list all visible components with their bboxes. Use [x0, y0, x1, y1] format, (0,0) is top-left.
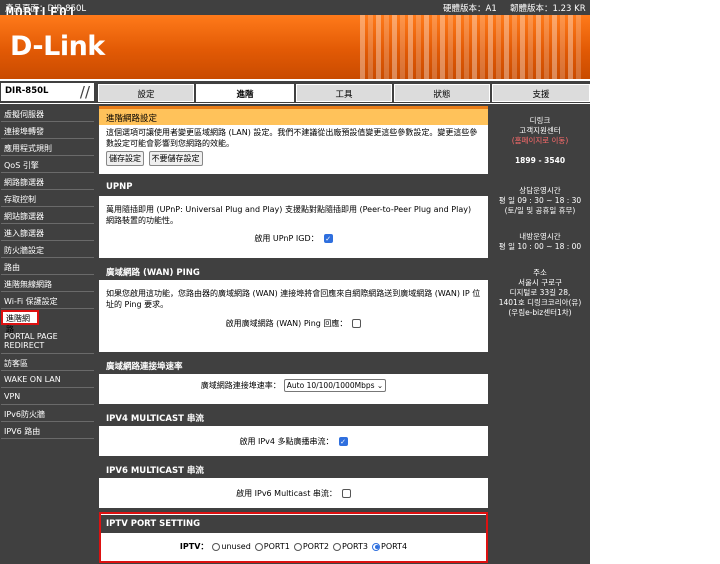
upnp-section: UPNP 萬用隨插即用 (UPnP: Universal Plug and Pl… — [99, 178, 488, 258]
homepage-link[interactable]: (홈페이지로 이동) — [490, 136, 590, 146]
sidebar-item-access-control[interactable]: 存取控制 — [1, 192, 94, 207]
visit-hours: 평 일 10 : 00 ~ 18 : 00 — [498, 242, 582, 251]
wan-speed-selected: Auto 10/100/1000Mbps — [286, 381, 375, 390]
dlink-logo: D-Link — [10, 31, 105, 62]
ipv6-multicast-label: 啟用 IPv6 Multicast 串流： — [236, 489, 337, 498]
ipv4-multicast-label: 啟用 IPv4 多點廣播串流： — [239, 437, 334, 446]
sidebar-item-application-rules[interactable]: 應用程式規則 — [1, 141, 94, 156]
tab-status[interactable]: 狀態 — [394, 84, 490, 102]
sidebar-item-vpn[interactable]: VPN — [1, 390, 94, 405]
sidebar-item-firewall-settings[interactable]: 防火牆設定 — [1, 243, 94, 258]
wan-speed-label: 廣域網路連接埠速率： — [200, 381, 281, 390]
slash-decoration: // — [79, 83, 90, 101]
banner-decoration — [360, 15, 590, 79]
ipv4-multicast-section: IPV4 MULTICAST 串流 啟用 IPv4 多點廣播串流： ✓ — [99, 408, 488, 456]
support-panel: 디링크 고객지원센터 (홈페이지로 이동) 1899 - 3540 상담운영시간… — [490, 104, 590, 564]
sidebar-item-qos-engine[interactable]: QoS 引擎 — [1, 158, 94, 173]
dont-save-button[interactable]: 不要儲存設定 — [148, 151, 203, 166]
upnp-checkbox[interactable]: ✓ — [323, 234, 333, 243]
upnp-label: 啟用 UPnP IGD： — [254, 234, 319, 243]
sidebar-item-advanced-wireless[interactable]: 進階無線網路 — [1, 277, 94, 292]
top-info-bar: 產品頁面：DIR-850L 硬體版本：A1 韌體版本：1.23 KR — [0, 0, 590, 15]
sidebar-item-website-filter[interactable]: 網站篩選器 — [1, 209, 94, 224]
section-description: 萬用隨插即用 (UPnP: Universal Plug and Play) 支… — [106, 205, 472, 225]
service-center: 고객지원센터 — [519, 126, 561, 135]
section-title: IPV6 MULTICAST 串流 — [99, 460, 488, 478]
company-name: 디링크 — [529, 116, 551, 125]
support-phone: 1899 - 3540 — [514, 156, 566, 165]
sidebar-item-port-forwarding[interactable]: 連接埠轉發 — [1, 124, 94, 139]
wan-ping-label: 啟用廣域網路 (WAN) Ping 回應： — [225, 319, 348, 328]
sidebar-item-wake-on-lan[interactable]: WAKE ON LAN — [1, 373, 94, 388]
sidebar-item-virtual-server[interactable]: 虛擬伺服器 — [1, 107, 94, 122]
consult-hours-title: 상담운영시간 — [519, 186, 561, 195]
wan-ping-checkbox[interactable] — [352, 319, 362, 328]
save-settings-button[interactable]: 儲存設定 — [106, 151, 144, 166]
chevron-down-icon: ⌄ — [376, 381, 384, 390]
section-title: UPNP — [99, 178, 488, 196]
ipv4-multicast-checkbox[interactable]: ✓ — [338, 437, 348, 446]
section-description: 這個選項可讓使用者變更區域網路 (LAN) 設定。我們不建議從出廠預設值變更這些… — [106, 128, 478, 148]
hardware-version: 硬體版本：A1 — [443, 4, 497, 14]
sidebar-item-wps[interactable]: Wi-Fi 保護設定 — [1, 294, 94, 309]
ipv6-multicast-section: IPV6 MULTICAST 串流 啟用 IPv6 Multicast 串流： — [99, 460, 488, 508]
consult-note: (토/일 및 공휴일 휴무) — [504, 206, 576, 215]
tab-setup[interactable]: 設定 — [98, 84, 194, 102]
wan-speed-section: 廣域網路連接埠速率 廣域網路連接埠速率： Auto 10/100/1000Mbp… — [99, 356, 488, 404]
sidebar-item-ipv6-routing[interactable]: IPV6 路由 — [1, 424, 94, 439]
sidebar-item-inbound-filter[interactable]: 進入篩選器 — [1, 226, 94, 241]
wan-ping-section: 廣域網路 (WAN) PING 如果您啟用這功能，您路由器的廣域網路 (WAN)… — [99, 262, 488, 352]
address-line: (우림e-biz센터1차) — [508, 308, 572, 317]
ipv6-multicast-checkbox[interactable] — [341, 489, 351, 498]
iptv-highlight-box — [99, 512, 488, 563]
tab-support[interactable]: 支援 — [492, 84, 590, 102]
address-line: 디지털로 33길 28, — [509, 288, 571, 297]
address-line: 서울시 구로구 — [518, 278, 562, 287]
section-title: 進階網路設定 — [99, 106, 488, 125]
section-title: 廣域網路 (WAN) PING — [99, 262, 488, 280]
brand-banner: D-Link — [0, 15, 590, 79]
tab-advanced[interactable]: 進階 — [196, 84, 294, 102]
sidebar-item-routing[interactable]: 路由 — [1, 260, 94, 275]
section-title: IPV4 MULTICAST 串流 — [99, 408, 488, 426]
consult-hours: 평 일 09 : 30 ~ 18 : 30 — [498, 196, 582, 205]
firmware-version: 韌體版本：1.23 KR — [510, 4, 586, 14]
section-title: 廣域網路連接埠速率 — [99, 356, 488, 374]
visit-hours-title: 내방운영시간 — [519, 232, 561, 241]
sidebar-item-guest-zone[interactable]: 訪客區 — [1, 356, 94, 371]
wan-speed-select[interactable]: Auto 10/100/1000Mbps ⌄ — [283, 379, 387, 392]
address-line: 1401호 디링크코리아(유) — [498, 298, 582, 307]
sidebar-item-ipv6-firewall[interactable]: IPv6防火牆 — [1, 407, 94, 422]
sidebar-item-portal-page-redirect[interactable]: PORTAL PAGE REDIRECT — [1, 330, 94, 354]
address-title: 주소 — [533, 268, 547, 277]
model-tag-label: DIR-850L — [5, 86, 49, 96]
section-description: 如果您啟用這功能，您路由器的廣域網路 (WAN) 連接埠將會回應來自網際網路送到… — [106, 289, 481, 309]
sidebar-item-network-filter[interactable]: 網路篩選器 — [1, 175, 94, 190]
sidebar-item-advanced-network[interactable]: 進階網路 — [1, 310, 39, 334]
tab-tools[interactable]: 工具 — [296, 84, 392, 102]
model-tag: DIR-850L // — [1, 83, 94, 101]
advanced-network-section: 進階網路設定 這個選項可讓使用者變更區域網路 (LAN) 設定。我們不建議從出廠… — [99, 106, 488, 174]
